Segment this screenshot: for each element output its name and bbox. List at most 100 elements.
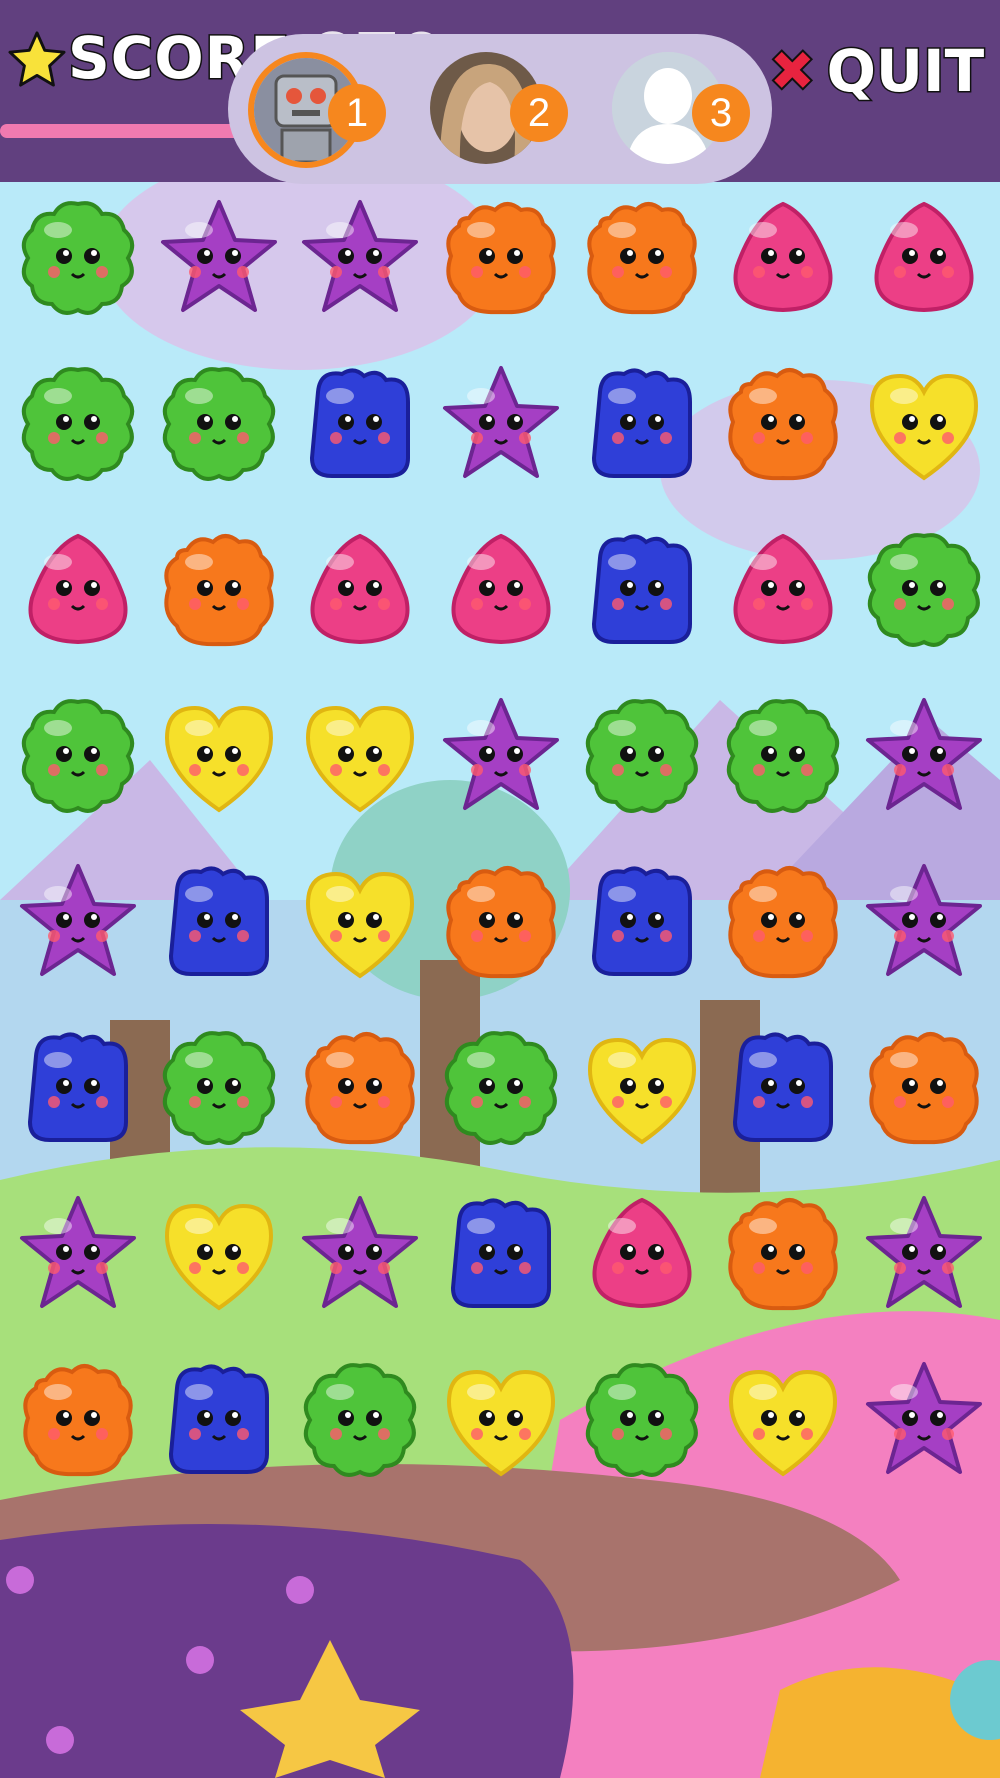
green-flower-blob-piece-icon	[162, 1031, 276, 1145]
board-cell-r3-c6[interactable]	[721, 528, 845, 652]
board-cell-r4-c5[interactable]	[580, 694, 704, 818]
pink-drop-piece-icon	[733, 533, 833, 645]
board-cell-r3-c7[interactable]	[862, 528, 986, 652]
board-cell-r5-c7[interactable]	[862, 860, 986, 984]
board-cell-r1-c7[interactable]	[862, 196, 986, 320]
board-cell-r1-c2[interactable]	[157, 196, 281, 320]
blue-square-blob-piece-icon	[732, 1032, 833, 1142]
board-cell-r6-c5[interactable]	[580, 1026, 704, 1150]
purple-star-piece-icon	[443, 366, 559, 478]
board-cell-r6-c2[interactable]	[157, 1026, 281, 1150]
board-cell-r3-c1[interactable]	[16, 528, 140, 652]
blue-square-blob-piece-icon	[27, 1032, 128, 1142]
board-cell-r8-c1[interactable]	[16, 1358, 140, 1482]
board-cell-r1-c5[interactable]	[580, 196, 704, 320]
purple-star-piece-icon	[866, 698, 982, 810]
purple-star-piece-icon	[443, 698, 559, 810]
pink-drop-piece-icon	[874, 201, 974, 313]
board-cell-r2-c3[interactable]	[298, 362, 422, 486]
board-cell-r7-c5[interactable]	[580, 1192, 704, 1316]
pink-drop-piece-icon	[28, 533, 128, 645]
board-cell-r5-c3[interactable]	[298, 860, 422, 984]
green-flower-blob-piece-icon	[726, 699, 840, 813]
board-cell-r2-c2[interactable]	[157, 362, 281, 486]
board-cell-r6-c4[interactable]	[439, 1026, 563, 1150]
board-cell-r1-c3[interactable]	[298, 196, 422, 320]
board-cell-r2-c6[interactable]	[721, 362, 845, 486]
board-cell-r1-c4[interactable]	[439, 196, 563, 320]
board-cell-r4-c7[interactable]	[862, 694, 986, 818]
yellow-heart-piece-icon	[164, 705, 274, 813]
orange-fluffy-blob-piece-icon	[446, 866, 556, 979]
board-cell-r2-c4[interactable]	[439, 362, 563, 486]
board-cell-r3-c4[interactable]	[439, 528, 563, 652]
board-cell-r3-c5[interactable]	[580, 528, 704, 652]
board-cell-r8-c4[interactable]	[439, 1358, 563, 1482]
blue-square-blob-piece-icon	[450, 1198, 551, 1308]
board-cell-r5-c4[interactable]	[439, 860, 563, 984]
board-cell-r5-c2[interactable]	[157, 860, 281, 984]
orange-fluffy-blob-piece-icon	[446, 202, 556, 315]
board-cell-r1-c1[interactable]	[16, 196, 140, 320]
pink-drop-piece-icon	[733, 201, 833, 313]
green-flower-blob-piece-icon	[444, 1031, 558, 1145]
orange-fluffy-blob-piece-icon	[23, 1364, 133, 1477]
yellow-heart-piece-icon	[587, 1037, 697, 1145]
board-cell-r7-c7[interactable]	[862, 1192, 986, 1316]
board-cell-r8-c7[interactable]	[862, 1358, 986, 1482]
board-cell-r4-c3[interactable]	[298, 694, 422, 818]
green-flower-blob-piece-icon	[303, 1363, 417, 1477]
orange-fluffy-blob-piece-icon	[587, 202, 697, 315]
board-cell-r2-c7[interactable]	[862, 362, 986, 486]
board-cell-r6-c1[interactable]	[16, 1026, 140, 1150]
yellow-heart-piece-icon	[305, 705, 415, 813]
orange-fluffy-blob-piece-icon	[728, 866, 838, 979]
board-cell-r1-c6[interactable]	[721, 196, 845, 320]
board-cell-r7-c3[interactable]	[298, 1192, 422, 1316]
board-cell-r2-c5[interactable]	[580, 362, 704, 486]
purple-star-piece-icon	[302, 1196, 418, 1308]
board-cell-r2-c1[interactable]	[16, 362, 140, 486]
green-flower-blob-piece-icon	[585, 1363, 699, 1477]
board-cell-r6-c6[interactable]	[721, 1026, 845, 1150]
board-cell-r5-c1[interactable]	[16, 860, 140, 984]
yellow-heart-piece-icon	[305, 871, 415, 979]
player-1-rank-badge: 1	[328, 84, 386, 142]
board-cell-r8-c2[interactable]	[157, 1358, 281, 1482]
board-cell-r4-c4[interactable]	[439, 694, 563, 818]
board-cell-r3-c3[interactable]	[298, 528, 422, 652]
board-cell-r4-c2[interactable]	[157, 694, 281, 818]
green-flower-blob-piece-icon	[162, 367, 276, 481]
board-cell-r8-c6[interactable]	[721, 1358, 845, 1482]
board-cell-r7-c6[interactable]	[721, 1192, 845, 1316]
yellow-heart-piece-icon	[164, 1203, 274, 1311]
purple-star-piece-icon	[866, 1362, 982, 1474]
green-flower-blob-piece-icon	[585, 699, 699, 813]
board-cell-r8-c5[interactable]	[580, 1358, 704, 1482]
orange-fluffy-blob-piece-icon	[305, 1032, 415, 1145]
player-2-rank-badge: 2	[510, 84, 568, 142]
board-cell-r4-c1[interactable]	[16, 694, 140, 818]
orange-fluffy-blob-piece-icon	[728, 1198, 838, 1311]
board-cell-r5-c6[interactable]	[721, 860, 845, 984]
board-cell-r6-c7[interactable]	[862, 1026, 986, 1150]
board-cell-r7-c1[interactable]	[16, 1192, 140, 1316]
orange-fluffy-blob-piece-icon	[728, 368, 838, 481]
board-cell-r5-c5[interactable]	[580, 860, 704, 984]
board-cell-r4-c6[interactable]	[721, 694, 845, 818]
board-cell-r7-c2[interactable]	[157, 1192, 281, 1316]
board-cell-r7-c4[interactable]	[439, 1192, 563, 1316]
yellow-heart-piece-icon	[728, 1369, 838, 1477]
blue-square-blob-piece-icon	[168, 1364, 269, 1474]
blue-square-blob-piece-icon	[168, 866, 269, 976]
close-icon: ✖	[767, 36, 818, 106]
players-panel: 1 2 3	[228, 34, 772, 184]
quit-button[interactable]: ✖ QUIT	[767, 36, 986, 107]
board-cell-r3-c2[interactable]	[157, 528, 281, 652]
board-cell-r6-c3[interactable]	[298, 1026, 422, 1150]
orange-fluffy-blob-piece-icon	[869, 1032, 979, 1145]
board-cell-r8-c3[interactable]	[298, 1358, 422, 1482]
player-3-rank-badge: 3	[692, 84, 750, 142]
green-flower-blob-piece-icon	[867, 533, 981, 647]
purple-star-piece-icon	[302, 200, 418, 312]
